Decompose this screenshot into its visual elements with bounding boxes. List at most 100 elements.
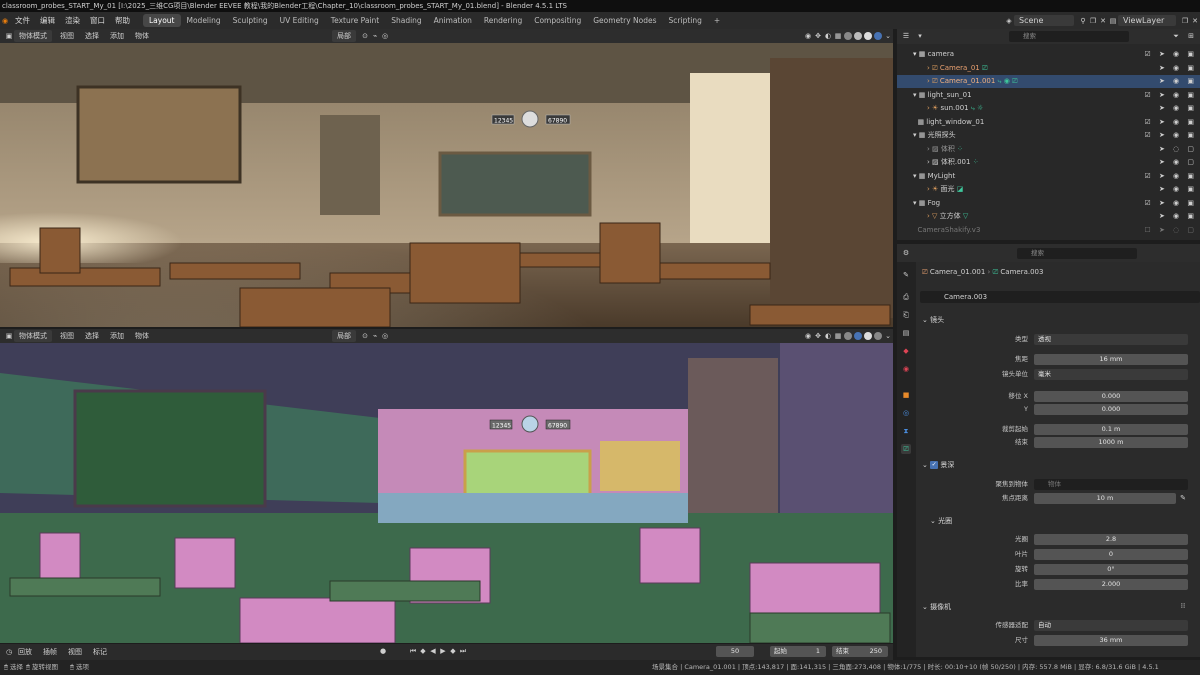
filter-icon[interactable]: ⏷ (1171, 31, 1181, 41)
scene-tab-icon[interactable]: ◆ (901, 346, 911, 356)
fstop-field[interactable]: 2.8 (1034, 534, 1188, 545)
tab-modeling[interactable]: Modeling (181, 14, 227, 27)
jump-end-icon[interactable]: ⏭ (458, 646, 468, 656)
visibility-icon[interactable]: ◉ (803, 31, 813, 41)
outliner-editor-icon[interactable]: ☰ (901, 31, 911, 41)
blender-logo-icon[interactable]: ◉ (0, 16, 10, 26)
outliner-row-fog[interactable]: ▾ ▦ Fog ☑ ➤ ◉ ▣ (897, 197, 1200, 210)
rendered-shading-icon[interactable] (874, 332, 882, 340)
ratio-field[interactable]: 2.000 (1034, 579, 1188, 590)
add-menu[interactable]: 添加 (106, 330, 128, 342)
outliner-row-area-light[interactable]: › ☀ 面光 ◪ ➤ ◉ ▣ (897, 183, 1200, 196)
camera-data-tab-icon[interactable]: ⎚ (901, 444, 911, 454)
row-visibility-icons[interactable]: ☑ ➤ ◉ ▣ (1144, 129, 1197, 142)
play-reverse-icon[interactable]: ◀ (428, 646, 438, 656)
mode-selector[interactable]: 物体模式 (14, 330, 52, 342)
pin-icon[interactable]: ⚲ (1078, 16, 1088, 26)
menu-window[interactable]: 窗口 (85, 15, 110, 26)
end-frame-field[interactable]: 结束 250 (832, 646, 888, 657)
row-visibility-icons[interactable]: ☑ ➤ ◉ ▣ (1144, 170, 1197, 183)
close-icon[interactable]: ✕ (1098, 16, 1108, 26)
object-menu[interactable]: 物体 (131, 330, 153, 342)
outliner-row-volume-001[interactable]: › ▨ 体积.001 ⁘ ➤ ◉ ▢ (897, 156, 1200, 169)
solid-shading-icon[interactable] (854, 332, 862, 340)
viewport-top[interactable]: ▣ 物体模式 视图 选择 添加 物体 局部 ⊙ ⌁ ◎ ◉ ✥ ◐ ▦ ⌄ 12… (0, 29, 893, 327)
transform-orientation[interactable]: 局部 (332, 30, 356, 42)
blades-field[interactable]: 0 (1034, 549, 1188, 560)
proportional-icon[interactable]: ◎ (380, 331, 390, 341)
eyedropper-icon[interactable]: ✎ (1178, 493, 1188, 503)
outliner-row-camera-01-001[interactable]: › ⎚ Camera_01.001 ⤷ ◉ ⎚ ➤ ◉ ▣ (897, 75, 1200, 88)
output-tab-icon[interactable]: ⎗ (901, 310, 911, 320)
row-visibility-icons[interactable]: ☐ ➤ ◌ ▢ (1144, 224, 1197, 237)
world-tab-icon[interactable]: ◉ (901, 364, 911, 374)
row-visibility-icons[interactable]: ➤ ◉ ▣ (1159, 75, 1197, 88)
shift-x-field[interactable]: 0.000 (1034, 391, 1188, 402)
start-frame-field[interactable]: 起始 1 (770, 646, 826, 657)
view-menu[interactable]: 视图 (56, 30, 78, 42)
wireframe-shading-icon[interactable] (844, 32, 852, 40)
tab-animation[interactable]: Animation (428, 14, 478, 27)
gizmo-icon[interactable]: ✥ (813, 31, 823, 41)
next-key-icon[interactable]: ◆ (448, 646, 458, 656)
xray-icon[interactable]: ▦ (833, 331, 843, 341)
row-visibility-icons[interactable]: ➤ ◌ ▢ (1159, 143, 1197, 156)
rotation-field[interactable]: 0° (1034, 564, 1188, 575)
datablock-selector[interactable]: Camera.003 (920, 291, 1200, 303)
properties-search-input[interactable]: 搜索 (1017, 248, 1137, 259)
proportional-icon[interactable]: ◎ (380, 31, 390, 41)
outliner-row-light-window-01[interactable]: ▦ light_window_01 ☑ ➤ ◉ ▣ (897, 116, 1200, 129)
tab-shading[interactable]: Shading (385, 14, 427, 27)
constraints-tab-icon[interactable]: ⧗ (901, 426, 911, 436)
pivot-icon[interactable]: ⊙ (360, 31, 370, 41)
outliner-row-light-probes[interactable]: ▾ ▦ 光照探头 ☑ ➤ ◉ ▣ (897, 129, 1200, 142)
menu-help[interactable]: 帮助 (110, 15, 135, 26)
add-workspace-button[interactable]: + (708, 14, 726, 27)
tab-sculpting[interactable]: Sculpting (227, 14, 274, 27)
lens-unit-dropdown[interactable]: 毫米 (1034, 369, 1188, 380)
outliner-row-light-sun-01[interactable]: ▾ ▦ light_sun_01 ☑ ➤ ◉ ▣ (897, 89, 1200, 102)
outliner-row-camerashakify[interactable]: CameraShakify.v3 ☐ ➤ ◌ ▢ (897, 224, 1200, 237)
tab-layout[interactable]: Layout (143, 14, 181, 27)
prev-key-icon[interactable]: ◆ (418, 646, 428, 656)
xray-icon[interactable]: ▦ (833, 31, 843, 41)
outliner-row-mylight[interactable]: ▾ ▦ MyLight ☑ ➤ ◉ ▣ (897, 170, 1200, 183)
snap-icon[interactable]: ⌁ (370, 31, 380, 41)
editor-type-icon[interactable]: ▣ (4, 31, 14, 41)
view-layer-tab-icon[interactable]: ▤ (901, 328, 911, 338)
editor-type-icon[interactable]: ▣ (4, 331, 14, 341)
outliner-row-sun-001[interactable]: › ☀ sun.001 ⤷ ☼ ➤ ◉ ▣ (897, 102, 1200, 115)
row-visibility-icons[interactable]: ➤ ◉ ▢ (1159, 156, 1197, 169)
current-frame-field[interactable]: 50 (716, 646, 754, 657)
menu-edit[interactable]: 编辑 (35, 15, 60, 26)
tab-rendering[interactable]: Rendering (478, 14, 528, 27)
focal-length-field[interactable]: 16 mm (1034, 354, 1188, 365)
scene-selector[interactable]: Scene (1014, 15, 1074, 26)
shading-options-icon[interactable]: ⌄ (883, 331, 893, 341)
viewlayer-selector[interactable]: ViewLayer (1118, 15, 1176, 26)
tab-geometry-nodes[interactable]: Geometry Nodes (587, 14, 662, 27)
snap-icon[interactable]: ⌁ (370, 331, 380, 341)
menu-file[interactable]: 文件 (10, 15, 35, 26)
dof-checkbox[interactable]: ✓ (930, 461, 939, 469)
marker-menu[interactable]: 标记 (89, 646, 111, 658)
record-icon[interactable]: ● (378, 646, 388, 656)
drag-handle-icon[interactable]: ⁞⁞ (1178, 601, 1188, 611)
sensor-size-field[interactable]: 36 mm (1034, 635, 1188, 646)
dof-section-header[interactable]: ⌄ ✓ 景深 (922, 460, 954, 470)
tab-scripting[interactable]: Scripting (663, 14, 708, 27)
row-visibility-icons[interactable]: ➤ ◉ ▣ (1159, 62, 1197, 75)
copy-viewlayer-icon[interactable]: ❐ (1180, 16, 1190, 26)
tab-compositing[interactable]: Compositing (528, 14, 587, 27)
tool-tab-icon[interactable]: ✎ (901, 270, 911, 280)
row-visibility-icons[interactable]: ☑ ➤ ◉ ▣ (1144, 89, 1197, 102)
visibility-icon[interactable]: ◉ (803, 331, 813, 341)
clip-end-field[interactable]: 1000 m (1034, 437, 1188, 448)
pivot-icon[interactable]: ⊙ (360, 331, 370, 341)
select-menu[interactable]: 选择 (81, 30, 103, 42)
physics-tab-icon[interactable]: ◎ (901, 408, 911, 418)
timeline-view-menu[interactable]: 视图 (64, 646, 86, 658)
material-shading-icon[interactable] (864, 32, 872, 40)
properties-editor-icon[interactable]: ⚙ (901, 248, 911, 258)
focus-distance-field[interactable]: 10 m (1034, 493, 1176, 504)
